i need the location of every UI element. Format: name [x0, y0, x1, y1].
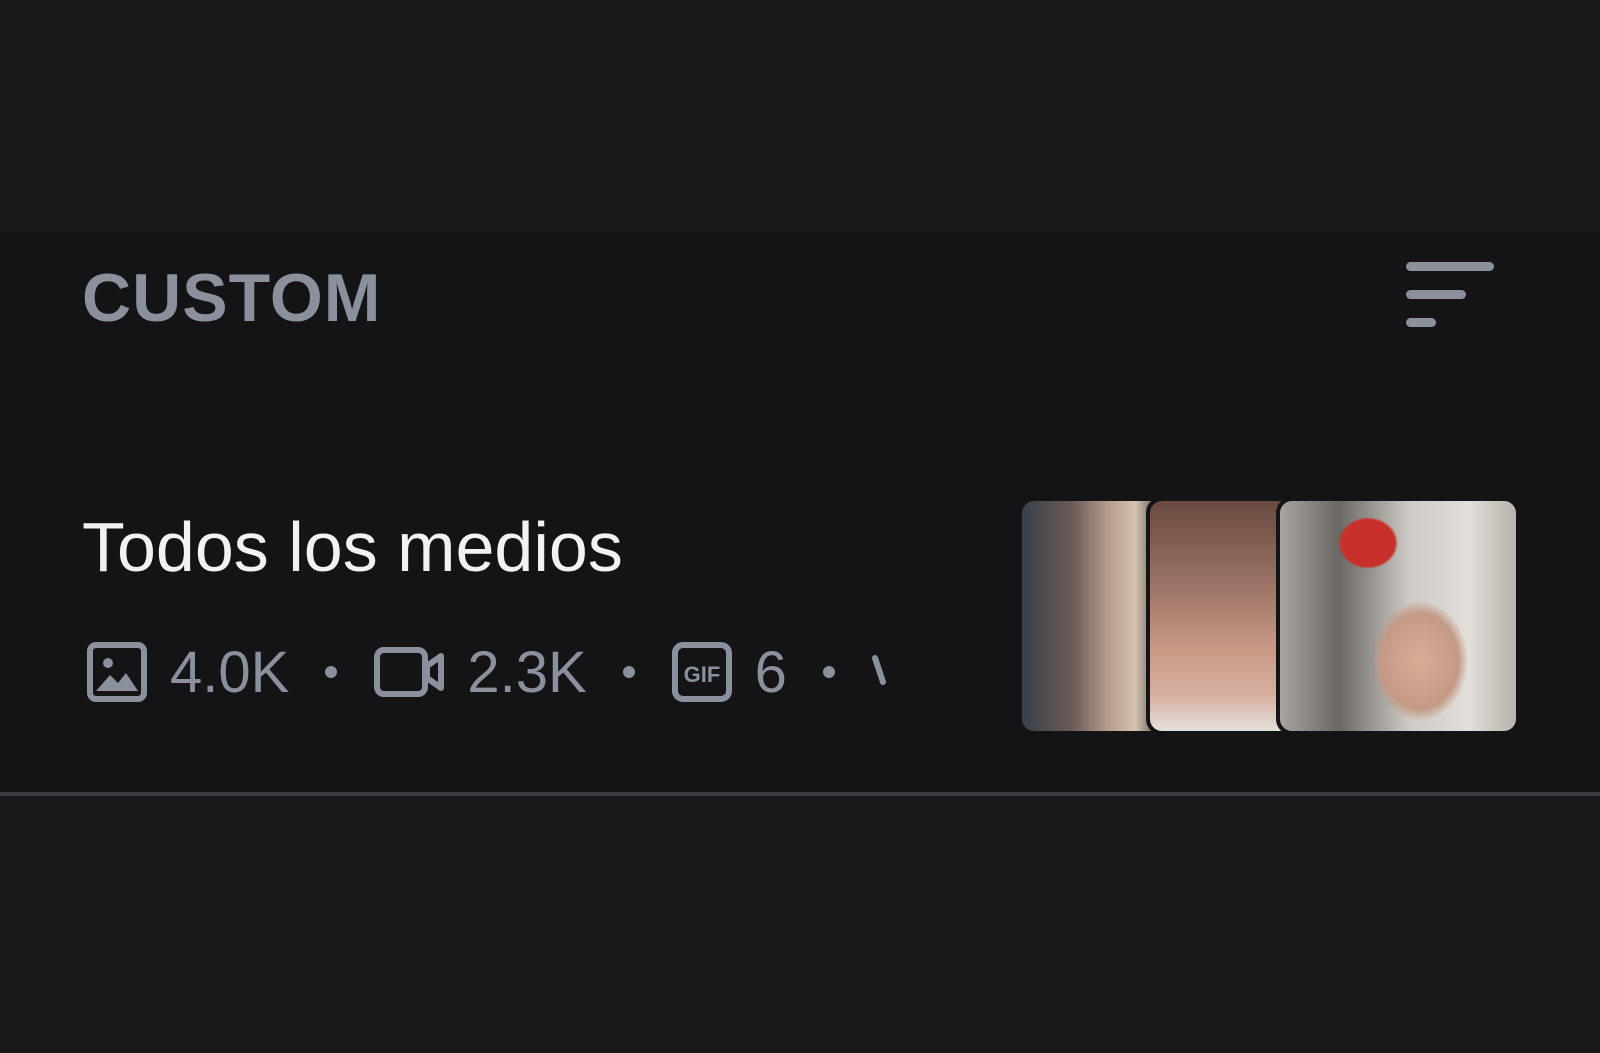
collection-title: Todos los medios: [82, 508, 623, 586]
stat-images: 4.0K: [86, 639, 289, 706]
stat-images-value: 4.0K: [170, 639, 290, 705]
collection-thumbnails: [1018, 497, 1520, 735]
separator-dot: [822, 666, 835, 678]
gif-icon: GIF: [671, 642, 732, 702]
thumbnail-3: [1276, 497, 1520, 735]
separator-dot: [622, 666, 635, 678]
separator-dot: [325, 666, 338, 678]
stat-videos: 2.3K: [373, 639, 587, 706]
image-icon: [87, 642, 147, 702]
section-title: CUSTOM: [82, 260, 382, 336]
collection-stats: 4.0K 2.3K GIF 6: [86, 632, 966, 712]
stat-videos-value: 2.3K: [467, 639, 587, 705]
stat-truncated: [871, 652, 891, 692]
bottom-spacer: [0, 796, 1600, 1053]
sort-button[interactable]: [1398, 258, 1498, 338]
top-spacer: [0, 0, 1600, 232]
svg-text:GIF: GIF: [683, 662, 720, 687]
stat-gifs-value: 6: [754, 639, 787, 705]
truncated-icon: [871, 655, 886, 685]
video-camera-icon: [374, 647, 445, 697]
thumbnail-2: [1146, 497, 1296, 735]
stat-gifs: GIF 6: [671, 639, 787, 706]
